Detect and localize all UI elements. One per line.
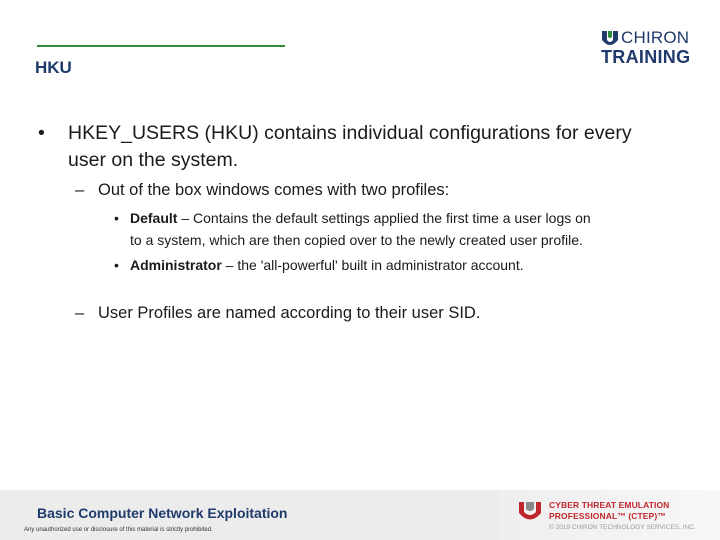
main-bullet: HKEY_USERS (HKU) contains individual con…	[68, 120, 688, 174]
main-bullet-line2: user on the system.	[68, 149, 239, 171]
title-underline	[37, 45, 285, 47]
bullet-dot: •	[114, 210, 119, 226]
bullet-default: Default – Contains the default settings …	[130, 207, 690, 251]
bullet-administrator: Administrator – the 'all-powerful' built…	[130, 254, 690, 276]
bullet-dot: •	[38, 122, 45, 144]
chiron-training-logo: CHIRON TRAINING	[600, 28, 692, 68]
default-term: Default	[130, 210, 178, 226]
slide-title: HKU	[35, 58, 72, 77]
course-title: Basic Computer Network Exploitation	[37, 505, 288, 521]
copyright-text: © 2019 CHIRON TECHNOLOGY SERVICES, INC.	[549, 524, 696, 531]
ctep-title-line2: PROFESSIONAL™ (CTEP)™	[549, 511, 666, 521]
chiron-shield-icon	[602, 31, 618, 45]
default-desc-line1: – Contains the default settings applied …	[177, 210, 591, 226]
administrator-desc: – the 'all-powerful' built in administra…	[221, 257, 524, 273]
sub-bullet-dash: –	[75, 181, 85, 199]
administrator-term: Administrator	[130, 257, 222, 273]
logo-chiron-text: CHIRON	[621, 28, 690, 47]
ctep-title-line1: CYBER THREAT EMULATION	[549, 500, 670, 510]
bullet-dot: •	[114, 257, 119, 273]
sub-bullet-dash: –	[75, 304, 85, 322]
sub-bullet-profiles: Out of the box windows comes with two pr…	[98, 181, 450, 199]
disclaimer-text: Any unauthorized use or disclosure of th…	[24, 527, 213, 533]
ctep-shield-icon	[519, 502, 541, 520]
logo-training-text: TRAINING	[601, 47, 691, 67]
main-bullet-line1: HKEY_USERS (HKU) contains individual con…	[68, 122, 632, 144]
default-desc-line2: to a system, which are then copied over …	[130, 232, 583, 248]
sub-bullet-sid: User Profiles are named according to the…	[98, 304, 481, 322]
